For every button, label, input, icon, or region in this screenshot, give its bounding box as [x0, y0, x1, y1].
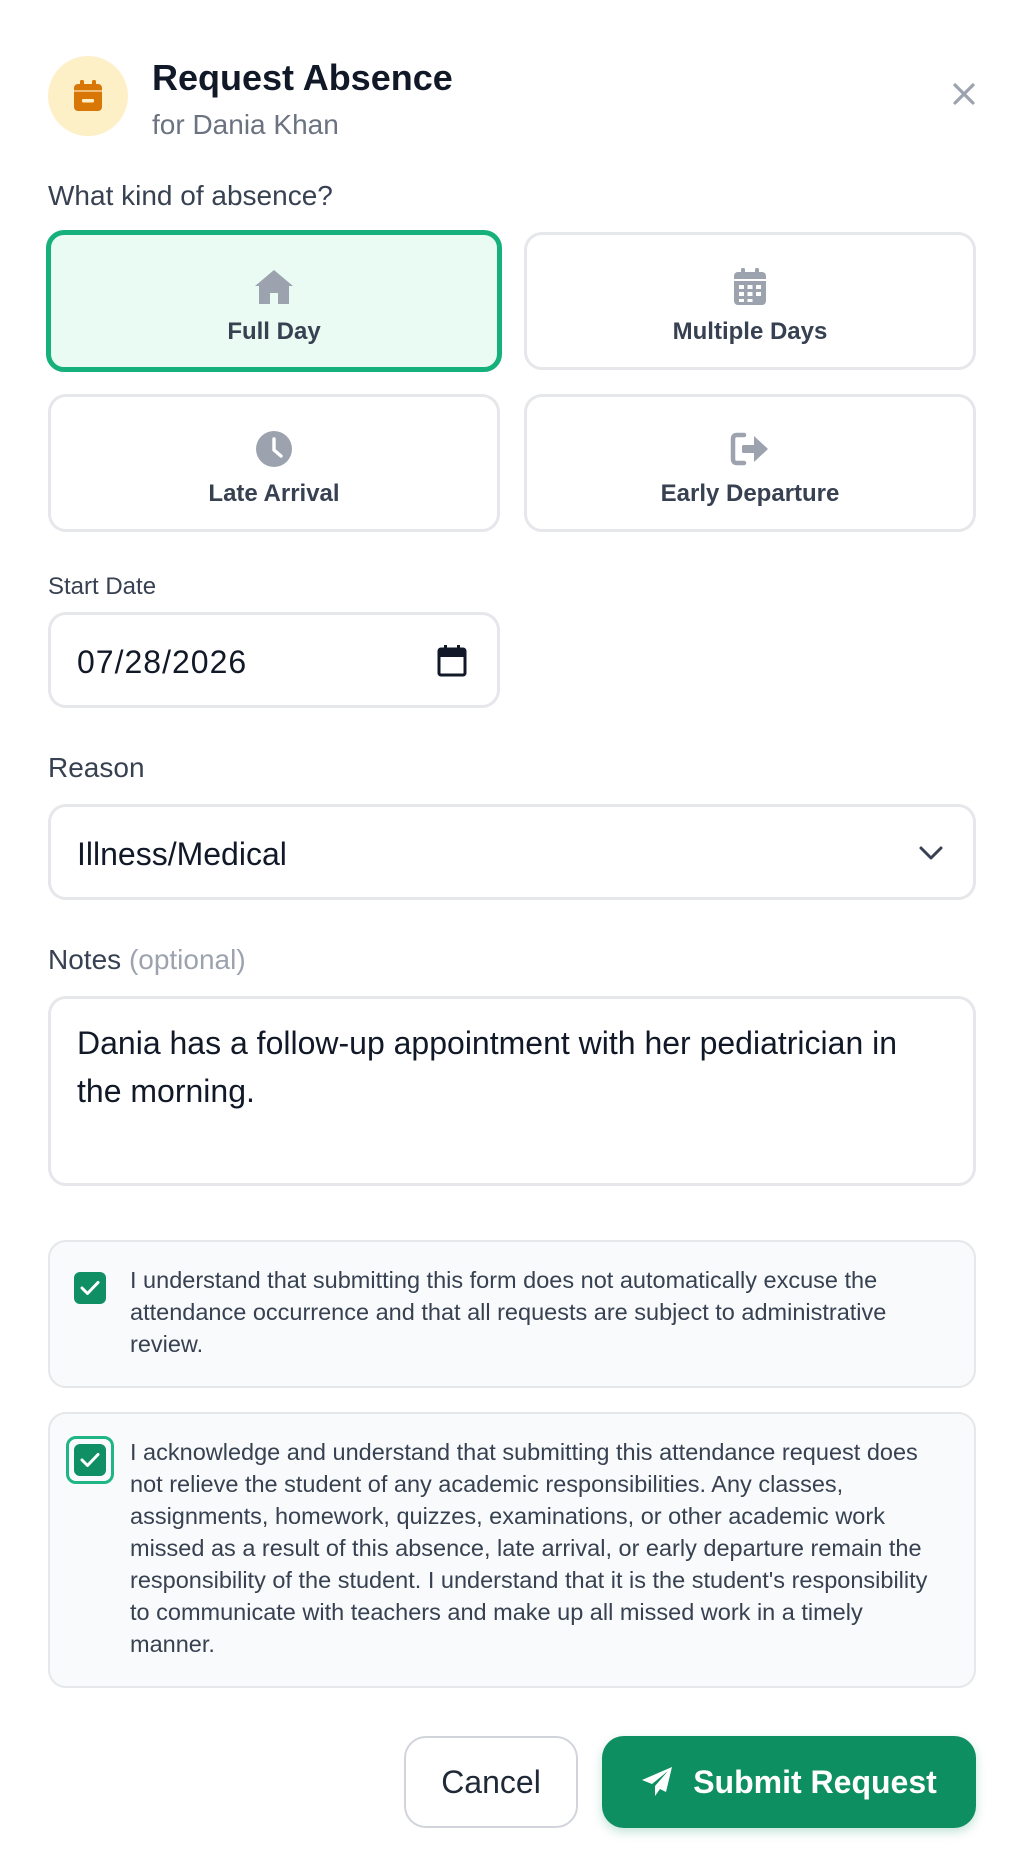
header-icon-badge [48, 56, 128, 136]
notes-label-text: Notes [48, 944, 122, 975]
close-icon [953, 83, 975, 105]
sign-out-icon [728, 427, 772, 471]
absence-option-label: Multiple Days [672, 318, 828, 345]
notes-value: Dania has a follow-up appointment with h… [77, 1025, 898, 1109]
acknowledgement-box-review: I understand that submitting this form d… [48, 1240, 976, 1388]
cancel-button[interactable]: Cancel [404, 1736, 578, 1828]
checkmark-icon [80, 1453, 100, 1467]
absence-option-full-day[interactable]: Full Day [46, 230, 502, 372]
calendar-minus-icon [74, 80, 102, 111]
absence-option-label: Early Departure [660, 480, 840, 507]
reason-select[interactable]: Illness/Medical [48, 804, 976, 900]
submit-request-label: Submit Request [693, 1763, 937, 1800]
submit-request-button[interactable]: Submit Request [602, 1736, 976, 1828]
calendar-icon [728, 265, 772, 309]
reason-label: Reason [48, 752, 145, 783]
start-date-label: Start Date [48, 573, 157, 600]
absence-option-multiple-days[interactable]: Multiple Days [524, 232, 976, 370]
absence-type-label: What kind of absence? [48, 180, 333, 211]
reason-select-value: Illness/Medical [77, 836, 287, 872]
start-date-input[interactable]: 07/28/2026 [48, 612, 500, 708]
acknowledgement-checkbox-review[interactable] [74, 1272, 106, 1304]
notes-label: Notes (optional) [48, 942, 246, 978]
acknowledgement-text-academic: I acknowledge and understand that submit… [130, 1439, 928, 1657]
modal-header: Request Absence for Dania Khan [48, 56, 976, 142]
calendar-picker-icon[interactable] [437, 645, 467, 677]
absence-option-label: Late Arrival [208, 480, 340, 507]
start-date-value: 07/28/2026 [77, 644, 248, 680]
clock-icon [252, 427, 296, 471]
close-button[interactable] [948, 78, 980, 110]
request-absence-modal: Request Absence for Dania Khan What kind… [0, 0, 1024, 1876]
acknowledgement-text-review: I understand that submitting this form d… [130, 1267, 887, 1357]
absence-option-label: Full Day [227, 318, 321, 345]
acknowledgement-checkbox-academic[interactable] [74, 1444, 106, 1476]
paper-plane-icon [642, 1767, 673, 1796]
notes-optional-hint: (optional) [128, 944, 246, 975]
modal-title: Request Absence [152, 57, 453, 98]
notes-textarea[interactable]: Dania has a follow-up appointment with h… [48, 996, 976, 1186]
chevron-down-icon [919, 846, 943, 860]
home-icon [252, 265, 296, 309]
absence-option-late-arrival[interactable]: Late Arrival [48, 394, 500, 532]
acknowledgement-box-academic: I acknowledge and understand that submit… [48, 1412, 976, 1688]
checkbox-focus-ring [66, 1436, 114, 1484]
modal-subtitle: for Dania Khan [152, 109, 339, 140]
checkmark-icon [80, 1281, 100, 1295]
absence-option-early-departure[interactable]: Early Departure [524, 394, 976, 532]
